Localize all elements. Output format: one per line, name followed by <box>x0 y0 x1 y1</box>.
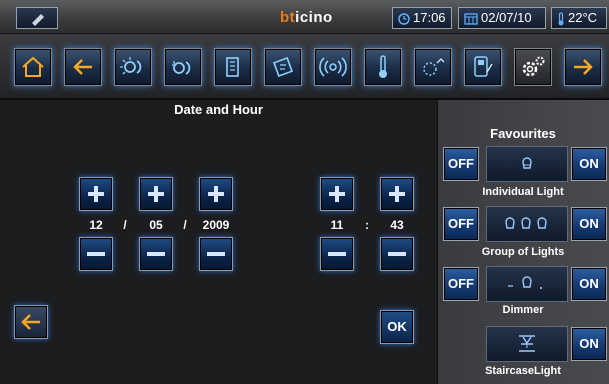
staircase-light-on-button[interactable]: ON <box>571 327 607 361</box>
staircase-light-icon <box>519 335 535 352</box>
plus-icon <box>148 186 164 202</box>
temperature-display[interactable]: 22°C <box>551 7 607 29</box>
minute-decrease-button[interactable] <box>380 237 414 271</box>
date-separator: / <box>183 218 187 232</box>
minute-increase-button[interactable] <box>380 177 414 211</box>
hour-decrease-button[interactable] <box>320 237 354 271</box>
brand-logo: bticino <box>280 9 333 26</box>
scenarios-button[interactable] <box>214 48 252 86</box>
thermometer-icon <box>379 55 387 78</box>
automation-icon <box>273 57 293 77</box>
clock-display[interactable]: 17:06 <box>392 7 452 29</box>
edit-button[interactable] <box>16 7 58 29</box>
page-title: Date and Hour <box>174 102 263 117</box>
back-arrow-icon <box>21 314 40 330</box>
dimmer-device[interactable] <box>486 266 568 302</box>
automation-button[interactable] <box>264 48 302 86</box>
time-separator: : <box>365 218 369 232</box>
intercom-icon <box>474 56 493 77</box>
day-increase-button[interactable] <box>79 177 113 211</box>
minus-icon <box>87 252 105 256</box>
group-lights-device[interactable] <box>486 206 568 242</box>
top-status-bar: bticino 17:06 02/07/10 22°C <box>0 0 609 34</box>
dimmer-icon <box>508 276 542 289</box>
calendar-icon <box>464 12 478 25</box>
settings-gear-icon <box>522 56 545 77</box>
date-value: 02/07/10 <box>481 10 532 25</box>
favourite-label: Dimmer <box>502 304 544 316</box>
individual-light-off-button[interactable]: OFF <box>443 147 479 181</box>
energy-icon <box>423 58 445 76</box>
bulb-icon <box>522 157 532 169</box>
pencil-icon <box>32 14 44 26</box>
favourite-label: Individual Light <box>482 186 564 198</box>
navigation-toolbar <box>0 34 609 100</box>
day-value: 12 <box>89 218 103 232</box>
staircase-light-device[interactable] <box>486 326 568 362</box>
minus-icon <box>388 252 406 256</box>
year-increase-button[interactable] <box>199 177 233 211</box>
plus-icon <box>208 186 224 202</box>
individual-light-device[interactable] <box>486 146 568 182</box>
minus-icon <box>328 252 346 256</box>
time-value: 17:06 <box>413 10 446 25</box>
audio-icon <box>319 57 347 77</box>
ok-button[interactable]: OK <box>380 310 414 344</box>
day-decrease-button[interactable] <box>79 237 113 271</box>
favourite-label: Group of Lights <box>481 246 565 258</box>
audio-button[interactable] <box>314 48 352 86</box>
forward-arrow-icon <box>574 59 593 75</box>
favourite-label: StaircaseLight <box>485 365 561 377</box>
thermometer-small-icon <box>558 11 564 26</box>
intercom-button[interactable] <box>464 48 502 86</box>
date-separator: / <box>123 218 127 232</box>
plus-icon <box>389 186 405 202</box>
dimmer-on-button[interactable]: ON <box>571 267 607 301</box>
back-arrow-icon <box>73 59 92 75</box>
hour-increase-button[interactable] <box>320 177 354 211</box>
bulb-group-icon <box>505 217 547 229</box>
home-icon <box>22 56 44 77</box>
temperature-value: 22°C <box>568 10 598 25</box>
lighting-group-icon <box>172 61 191 75</box>
group-lights-on-button[interactable]: ON <box>571 207 607 241</box>
plus-icon <box>88 186 104 202</box>
group-lights-off-button[interactable]: OFF <box>443 207 479 241</box>
back-button[interactable] <box>14 305 48 339</box>
temperature-button[interactable] <box>364 48 402 86</box>
month-value: 05 <box>149 218 163 232</box>
year-decrease-button[interactable] <box>199 237 233 271</box>
forward-nav-button[interactable] <box>564 48 602 86</box>
back-nav-button[interactable] <box>64 48 102 86</box>
lighting-icon <box>120 57 142 75</box>
dimmer-off-button[interactable]: OFF <box>443 267 479 301</box>
lighting-group-button[interactable] <box>164 48 202 86</box>
minus-icon <box>147 252 165 256</box>
settings-button[interactable] <box>514 48 552 86</box>
minus-icon <box>207 252 225 256</box>
clock-icon <box>398 12 410 25</box>
month-increase-button[interactable] <box>139 177 173 211</box>
lighting-button[interactable] <box>114 48 152 86</box>
date-display[interactable]: 02/07/10 <box>458 7 546 29</box>
home-button[interactable] <box>14 48 52 86</box>
minute-value: 43 <box>390 218 404 232</box>
year-value: 2009 <box>202 218 230 232</box>
individual-light-on-button[interactable]: ON <box>571 147 607 181</box>
scenarios-icon <box>226 57 239 77</box>
plus-icon <box>329 186 345 202</box>
energy-button[interactable] <box>414 48 452 86</box>
favourites-title: Favourites <box>490 126 556 141</box>
month-decrease-button[interactable] <box>139 237 173 271</box>
hour-value: 11 <box>330 218 344 232</box>
